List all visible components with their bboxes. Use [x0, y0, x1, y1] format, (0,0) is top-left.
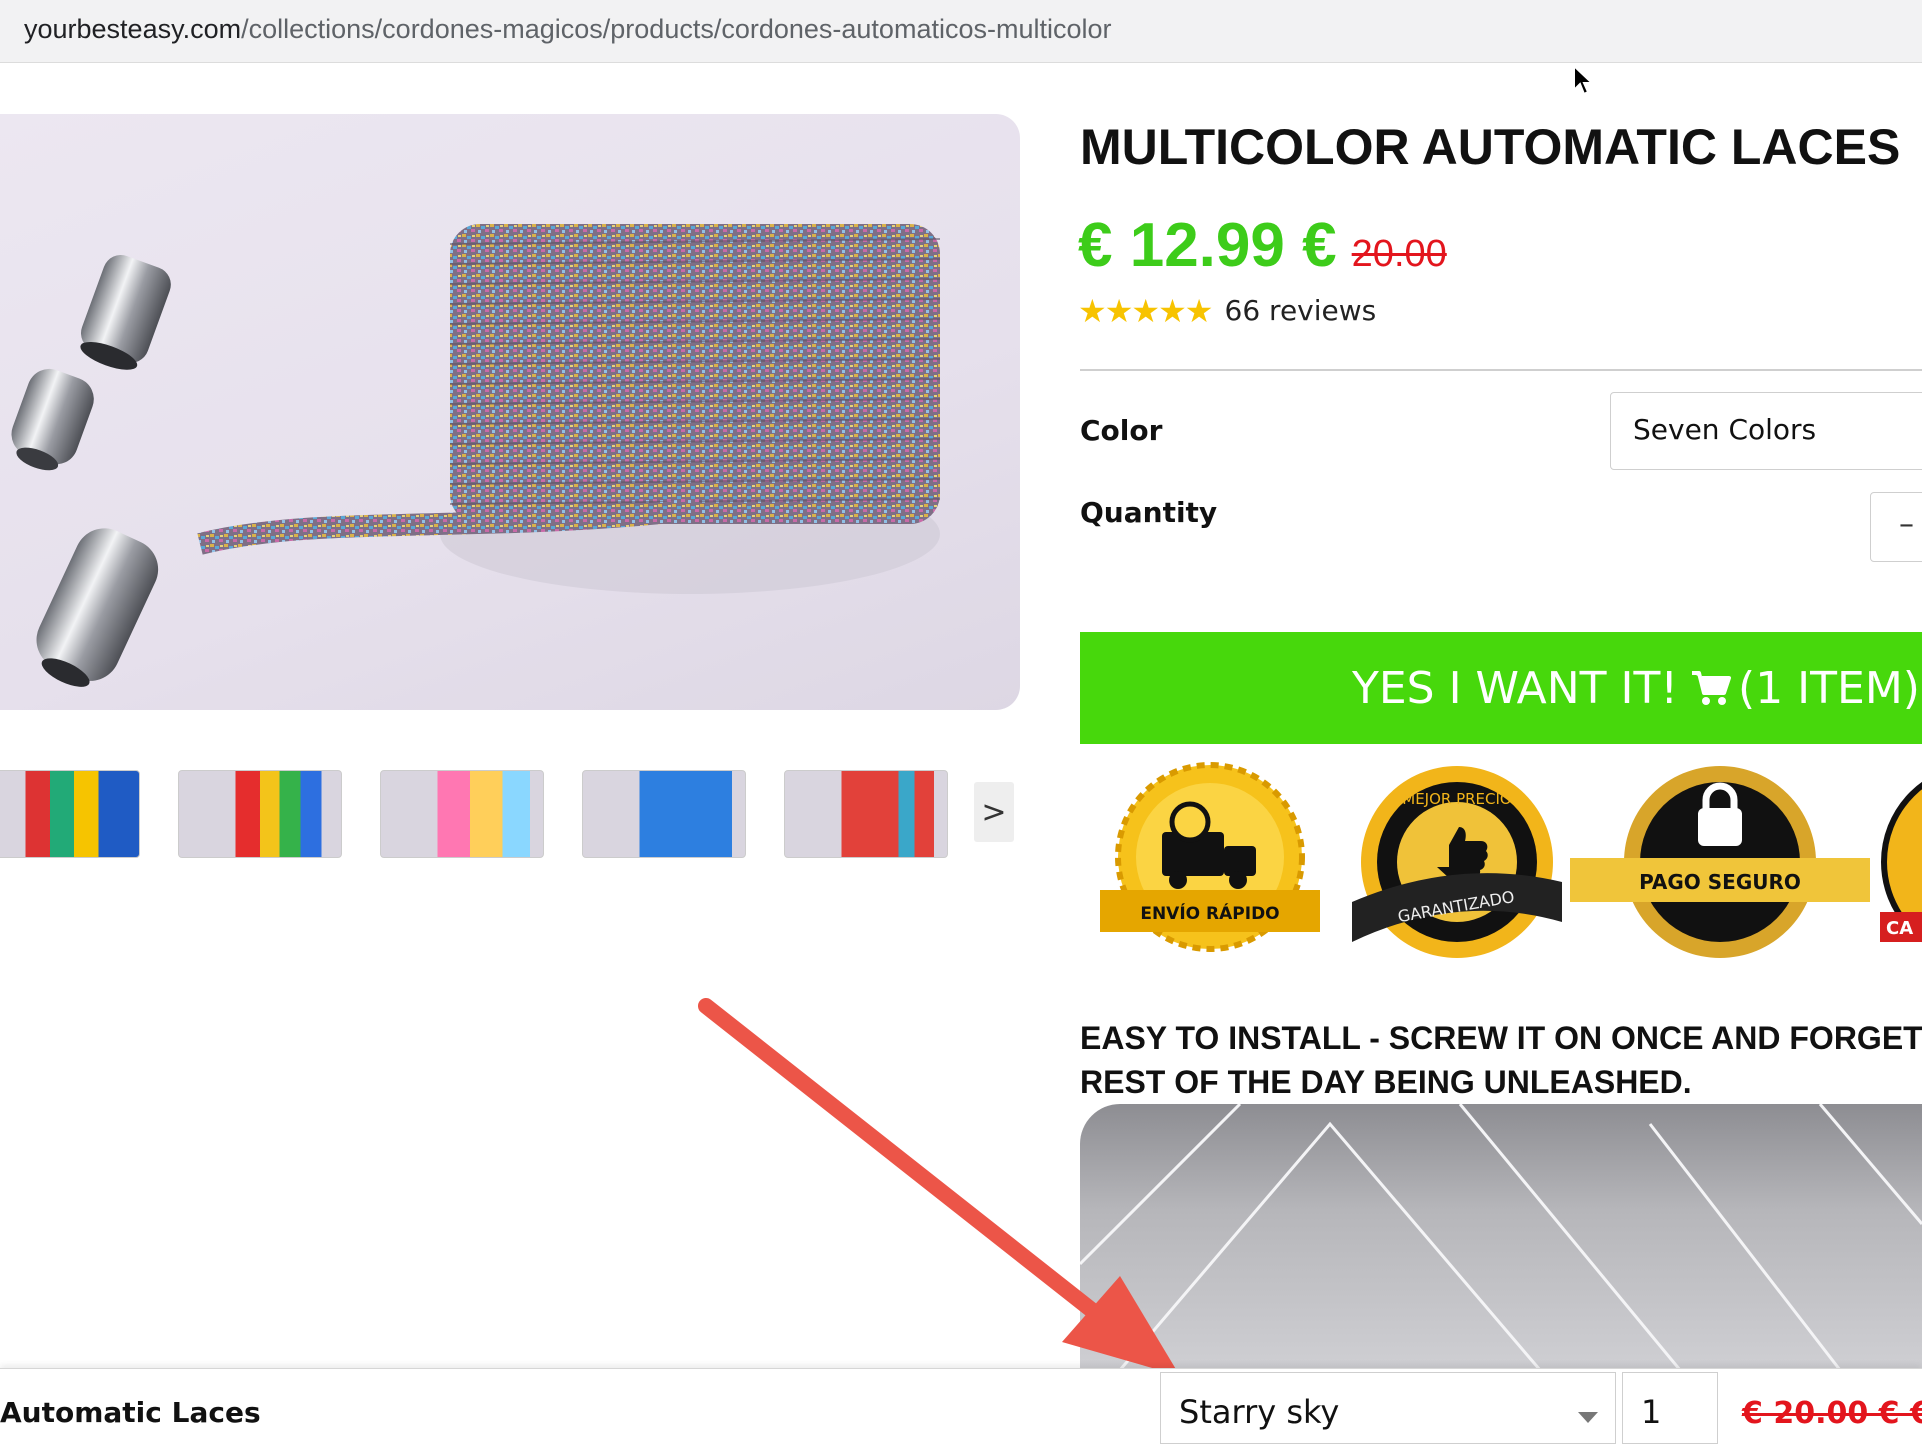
annotation-arrow-icon: [698, 998, 1180, 1376]
star-icon: ★: [1158, 292, 1187, 330]
add-to-cart-label: YES I WANT IT!: [1352, 662, 1679, 714]
sticky-quantity-input[interactable]: 1: [1622, 1372, 1718, 1444]
price-row: € 12.99 € 20.00: [1078, 210, 1447, 281]
color-label: Color: [1080, 414, 1163, 447]
star-icon: ★: [1131, 292, 1160, 330]
quantity-label: Quantity: [1080, 496, 1218, 529]
sticky-price: € 20.00 € €: [1742, 1396, 1922, 1431]
thumbnail-red-print[interactable]: [784, 770, 948, 858]
browser-address-bar[interactable]: yourbesteasy.com/collections/cordones-ma…: [0, 0, 1922, 63]
divider: [1080, 369, 1922, 371]
url-path: /collections/cordones-magicos/products/c…: [241, 14, 1112, 44]
product-main-image[interactable]: [0, 114, 1020, 710]
compare-price: 20.00: [1351, 233, 1447, 275]
sale-price: € 12.99 €: [1078, 211, 1337, 280]
quantity-decrease-button[interactable]: –: [1870, 492, 1922, 562]
sticky-product-title: Automatic Laces: [0, 1396, 261, 1429]
thumbnail-flags[interactable]: [0, 770, 140, 858]
thumbnail-blue-print[interactable]: [582, 770, 746, 858]
secure-payment-badge-icon: PAGO SEGURO: [1570, 766, 1870, 958]
url-text[interactable]: yourbesteasy.com/collections/cordones-ma…: [24, 14, 1112, 45]
fast-shipping-text: ENVÍO RÁPIDO: [1140, 902, 1279, 924]
cart-item-count: (1 ITEM): [1738, 662, 1920, 714]
rating-row[interactable]: ★★★★★ 66 reviews: [1078, 292, 1376, 330]
add-to-cart-button[interactable]: YES I WANT IT! (1 ITEM): [1080, 632, 1922, 744]
laces-photo: [11, 224, 941, 687]
chevron-down-icon: [1578, 1412, 1598, 1423]
best-price-badge-icon: GARANTIZADO MEJOR PRECIO: [1352, 766, 1562, 958]
fast-shipping-badge-icon: ENVÍO RÁPIDO: [1100, 762, 1320, 952]
star-icon: ★: [1104, 292, 1134, 330]
color-select[interactable]: Seven Colors: [1610, 392, 1922, 470]
partial-badge-text: CA: [1886, 918, 1913, 939]
product-title: MULTICOLOR AUTOMATIC LACES: [1080, 119, 1901, 175]
url-host: yourbesteasy.com: [24, 14, 242, 44]
thumbnail-next-button[interactable]: >: [974, 782, 1014, 842]
reviews-count[interactable]: 66 reviews: [1225, 294, 1377, 327]
thumbnail-rainbow[interactable]: [178, 770, 342, 858]
best-price-top-text: MEJOR PRECIO: [1402, 790, 1512, 808]
sticky-variant-select[interactable]: Starry sky: [1160, 1372, 1616, 1444]
partial-badge-icon: CA: [1880, 781, 1922, 943]
star-icon: ★: [1184, 292, 1214, 330]
thumbnail-pastel[interactable]: [380, 770, 544, 858]
star-icon: ★: [1078, 292, 1107, 330]
secure-payment-text: PAGO SEGURO: [1639, 870, 1801, 894]
cart-icon: [1692, 671, 1732, 705]
mouse-cursor-icon: [1573, 64, 1594, 96]
